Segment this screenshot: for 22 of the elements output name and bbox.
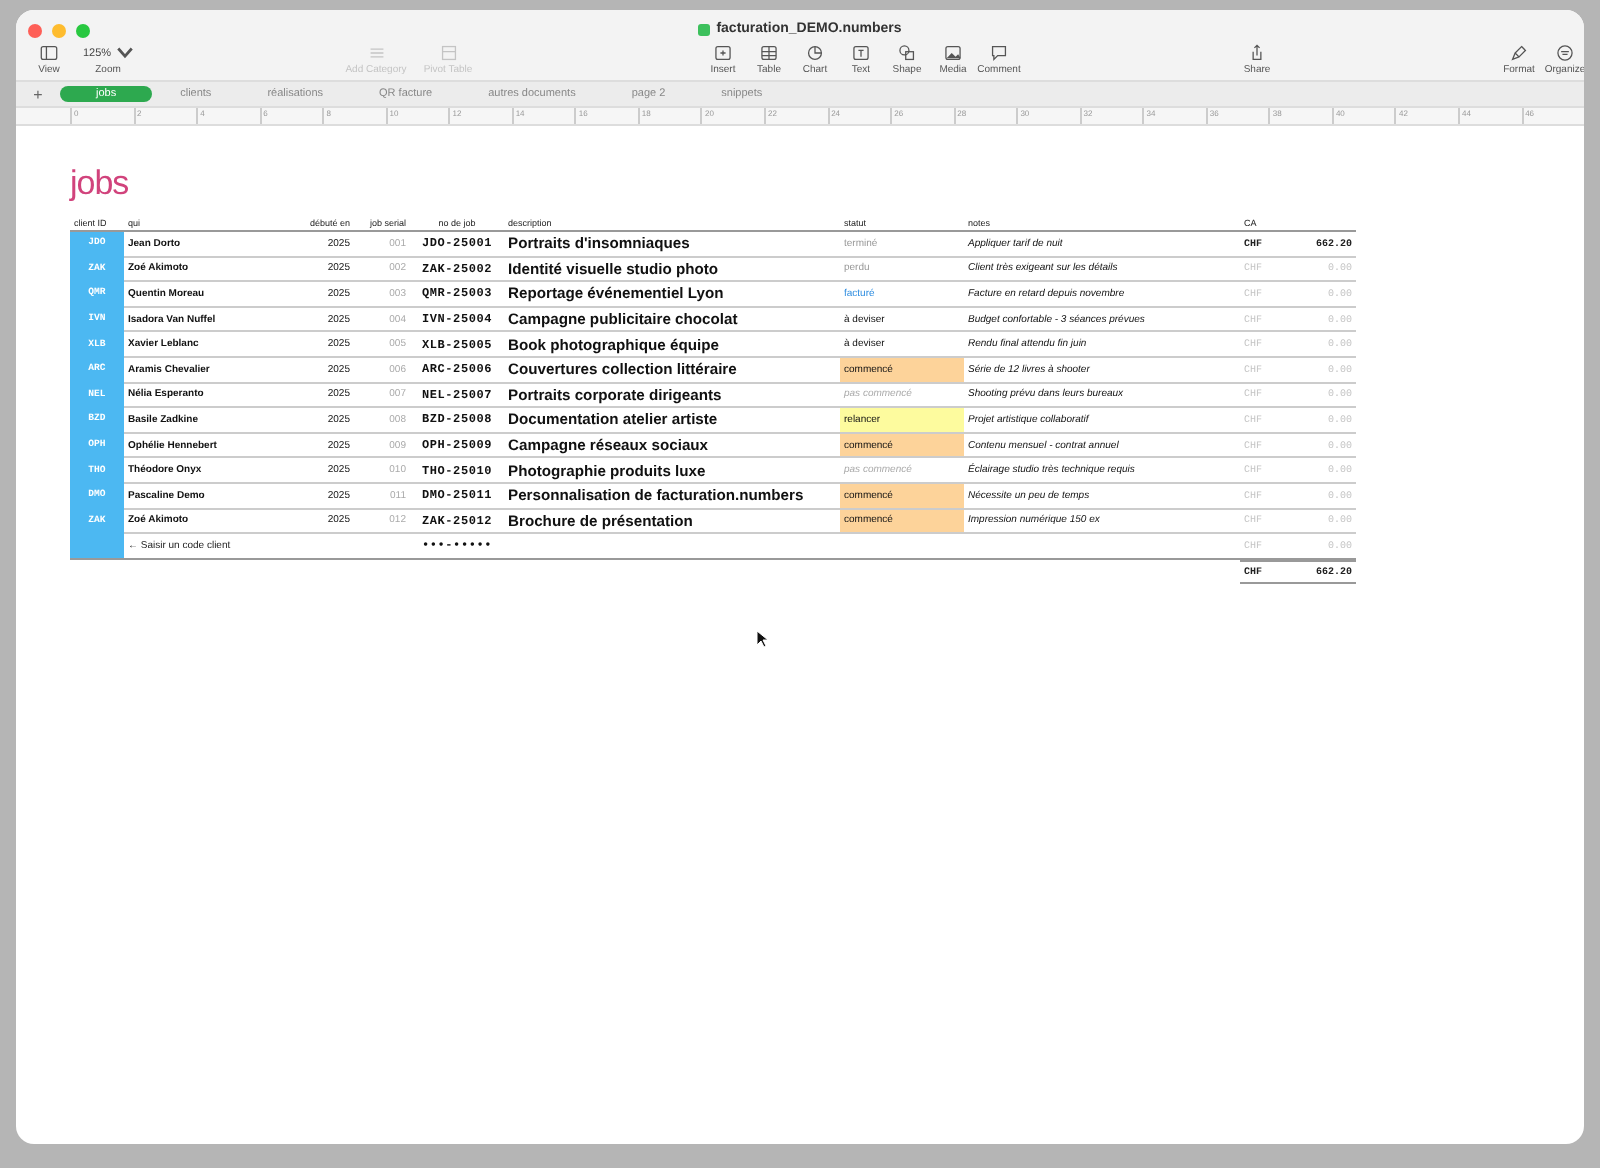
- minimize-button[interactable]: [52, 24, 66, 38]
- list-icon: [367, 44, 385, 62]
- circle-icon: [1556, 44, 1574, 62]
- sidebar-icon: [40, 44, 58, 62]
- brush-icon: [1510, 44, 1528, 62]
- zoom-button[interactable]: [76, 24, 90, 38]
- plus-icon: [714, 44, 732, 62]
- text-box-icon: [852, 44, 870, 62]
- image-icon: [944, 44, 962, 62]
- share-icon: [1248, 44, 1266, 62]
- document-icon: [698, 23, 711, 35]
- table-icon: [439, 44, 457, 62]
- pie-chart-icon: [806, 44, 824, 62]
- close-button[interactable]: [28, 24, 42, 38]
- pointer-icon: [756, 630, 768, 648]
- caret-icon: [115, 44, 134, 62]
- table-cell[interactable]: [70, 534, 124, 560]
- shapes-icon: [898, 44, 916, 62]
- sheet-title: jobs: [70, 166, 131, 200]
- table-icon: [760, 44, 778, 62]
- comment-icon: [990, 44, 1008, 62]
- add-sheet-button[interactable]: +: [16, 85, 60, 103]
